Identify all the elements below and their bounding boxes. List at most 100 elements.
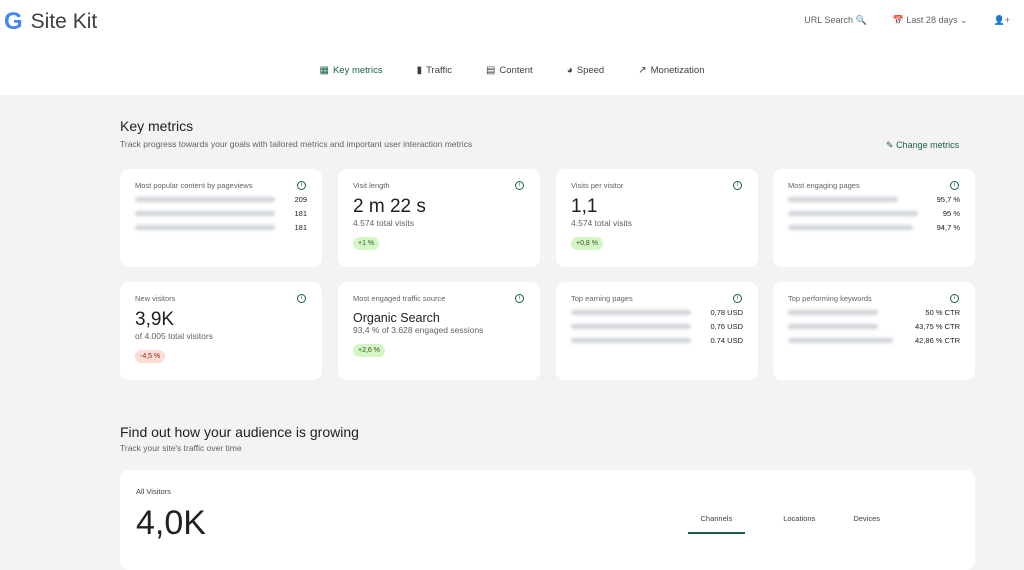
metric-value: 3,9K <box>135 309 175 330</box>
list-item[interactable]: 94,7 % <box>788 223 960 232</box>
site-kit-logo[interactable]: G Site Kit <box>4 8 97 36</box>
nav-label: Speed <box>576 65 605 76</box>
nav-traffic[interactable]: ▮ Traffic <box>417 65 452 76</box>
google-g-icon: G <box>4 8 23 35</box>
metric-card-engaging-pages: Most engaging pages i 95,7 % 95 % 94,7 % <box>773 169 975 267</box>
list-item[interactable]: 0,78 USD <box>571 308 743 317</box>
audience-header: Find out how your audience is growing Tr… <box>120 424 359 453</box>
nav-label: Content <box>499 65 533 76</box>
row-value: 209 <box>294 195 307 204</box>
url-search-label: URL Search <box>804 15 853 25</box>
info-icon[interactable]: i <box>733 181 742 190</box>
row-value: 181 <box>294 223 307 232</box>
row-value: 42,86 % CTR <box>914 336 960 345</box>
row-value: 43,75 % CTR <box>914 322 960 331</box>
info-icon[interactable]: i <box>515 294 524 303</box>
app-title: Site Kit <box>30 10 98 33</box>
url-search-button[interactable]: URL Search 🔍 <box>804 15 866 26</box>
list-item[interactable]: 181 <box>135 223 307 232</box>
search-icon: 🔍 <box>855 15 867 25</box>
nav-speed[interactable]: ◕ Speed <box>567 65 605 76</box>
metric-card-traffic-source: Most engaged traffic source i Organic Sea… <box>338 282 540 380</box>
section-subtitle: Track your site's traffic over time <box>120 443 242 453</box>
row-value: 181 <box>294 209 307 218</box>
list-item[interactable]: 95 % <box>788 209 960 218</box>
change-metrics-button[interactable]: ✎ Change metrics <box>886 140 959 151</box>
nav-label: Key metrics <box>332 65 383 76</box>
change-badge: +0,8 % <box>571 237 603 250</box>
card-title: Top earning pages <box>571 294 633 303</box>
metric-sub: 4.574 total visits <box>353 218 414 228</box>
section-nav: ▦ Key metrics ▮ Traffic ▤ Content ◕ Speed ↗ M… <box>0 65 1024 76</box>
trending-up-icon: ↗ <box>638 65 647 76</box>
section-subtitle: Track progress towards your goals with t… <box>120 139 473 149</box>
info-icon[interactable]: i <box>515 181 524 190</box>
section-title: Key metrics <box>120 118 194 134</box>
change-badge: -4,5 % <box>135 350 166 363</box>
list-item[interactable]: 181 <box>135 209 307 218</box>
metric-sub: 4.574 total visits <box>571 218 632 228</box>
row-value: 0,76 USD <box>710 322 743 331</box>
date-range-select[interactable]: 📅 Last 28 days ⌄ <box>893 15 968 26</box>
row-value: 95,7 % <box>936 195 960 204</box>
pencil-icon: ✎ <box>886 140 894 150</box>
metric-card-new-visitors: New visitors i 3,9K of 4.005 total visito… <box>120 282 322 380</box>
list-item[interactable]: 95,7 % <box>788 195 960 204</box>
list-item[interactable]: 0,76 USD <box>571 322 743 331</box>
section-title: Find out how your audience is growing <box>120 424 359 440</box>
card-title: Most engaging pages <box>788 181 860 190</box>
metric-value: 2 m 22 s <box>353 196 426 217</box>
grid-icon: ▦ <box>319 65 329 76</box>
all-visitors-card: All Visitors 4,0K Channels Locations Dev… <box>120 470 975 570</box>
card-title: Visit length <box>353 181 390 190</box>
header: G Site Kit URL Search 🔍 📅 Last 28 days ⌄… <box>0 0 1024 95</box>
card-title: Most popular content by pageviews <box>135 181 253 190</box>
nav-label: Monetization <box>650 65 705 76</box>
list-item[interactable]: 209 <box>135 195 307 204</box>
metric-card-top-earning: Top earning pages i 0,78 USD 0,76 USD 0.7… <box>556 282 758 380</box>
metric-card-keywords: Top performing keywords i 50 % CTR 43,75 … <box>773 282 975 380</box>
info-icon[interactable]: i <box>297 181 306 190</box>
tab-devices[interactable]: Devices <box>853 514 880 534</box>
list-item[interactable]: 50 % CTR <box>788 308 960 317</box>
chevron-down-icon: ⌄ <box>959 15 968 25</box>
speedometer-icon: ◕ <box>566 65 573 76</box>
metric-value: Organic Search <box>353 311 440 325</box>
change-badge: +2,6 % <box>353 344 385 357</box>
calendar-icon: 📅 <box>892 15 904 25</box>
info-icon[interactable]: i <box>733 294 742 303</box>
row-value: 0.74 USD <box>710 336 743 345</box>
tab-channels[interactable]: Channels <box>687 514 746 534</box>
tab-locations[interactable]: Locations <box>783 514 815 534</box>
metric-card-visits-per-visitor: Visits per visitor i 1,1 4.574 total visi… <box>556 169 758 267</box>
info-icon[interactable]: i <box>297 294 306 303</box>
key-metrics-header: Key metrics Track progress towards your … <box>120 118 472 149</box>
row-value: 0,78 USD <box>710 308 743 317</box>
bar-chart-icon: ▮ <box>416 65 423 76</box>
list-item[interactable]: 42,86 % CTR <box>788 336 960 345</box>
row-value: 94,7 % <box>936 223 960 232</box>
change-badge: +1 % <box>353 237 380 250</box>
metric-card-visit-length: Visit length i 2 m 22 s 4.574 total visit… <box>338 169 540 267</box>
list-item[interactable]: 0.74 USD <box>571 336 743 345</box>
card-title: Top performing keywords <box>788 294 872 303</box>
card-title: All Visitors <box>136 487 171 496</box>
row-value: 95 % <box>942 209 960 218</box>
list-item[interactable]: 43,75 % CTR <box>788 322 960 331</box>
info-icon[interactable]: i <box>950 294 959 303</box>
metric-value: 1,1 <box>571 196 598 217</box>
row-value: 50 % CTR <box>925 308 960 317</box>
nav-label: Traffic <box>426 65 452 76</box>
date-range-label: Last 28 days <box>906 15 958 25</box>
nav-content[interactable]: ▤ Content <box>486 65 533 76</box>
metric-sub: 93,4 % of 3.628 engaged sessions <box>353 325 484 335</box>
info-icon[interactable]: i <box>950 181 959 190</box>
nav-monetization[interactable]: ↗ Monetization <box>638 65 704 76</box>
add-user-icon[interactable]: 👤+ <box>994 15 1010 26</box>
metric-sub: of 4.005 total visitors <box>135 331 213 341</box>
nav-key-metrics[interactable]: ▦ Key metrics <box>320 65 383 76</box>
card-title: Visits per visitor <box>571 181 624 190</box>
content-icon: ▤ <box>485 65 496 76</box>
metric-card-popular-content: Most popular content by pageviews i 209 1… <box>120 169 322 267</box>
change-metrics-label: Change metrics <box>896 140 960 150</box>
